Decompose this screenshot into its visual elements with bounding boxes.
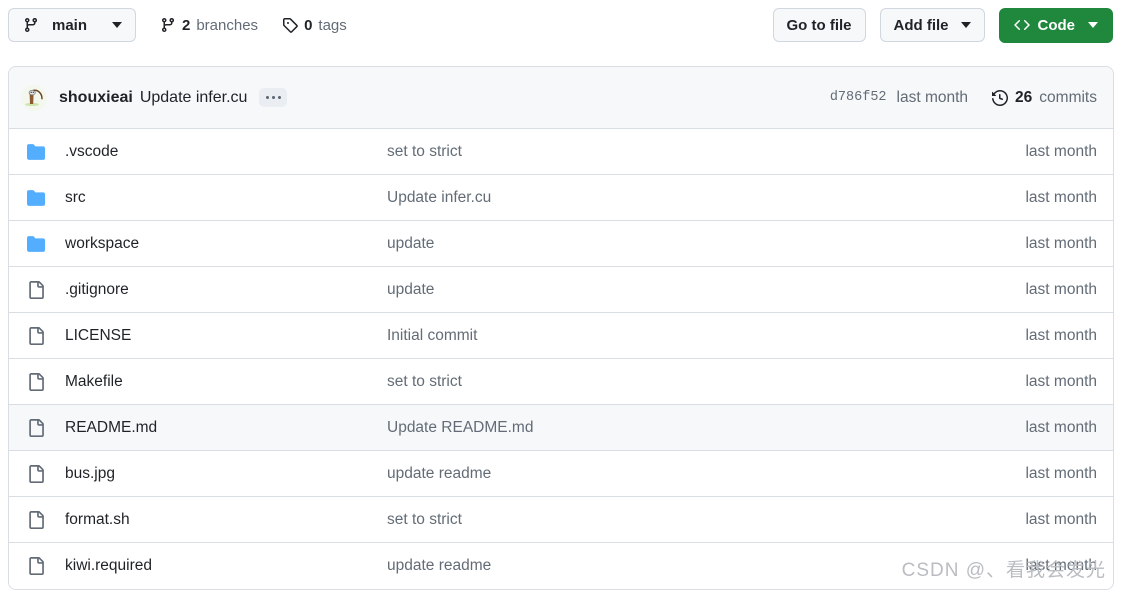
code-label: Code <box>1037 16 1076 34</box>
file-rows: .vscode set to strict last month src Update … <box>9 129 1113 589</box>
add-file-button[interactable]: Add file <box>879 8 985 42</box>
toolbar-left-group: main 2 branches 0 tags <box>0 8 347 42</box>
file-name-link[interactable]: Makefile <box>65 373 387 391</box>
table-row[interactable]: Makefile set to strict last month <box>9 359 1113 405</box>
file-commit-message[interactable]: update <box>387 235 1025 253</box>
file-commit-time: last month <box>1025 142 1097 160</box>
latest-commit-header: shouxieai Update infer.cu d786f52 last m… <box>9 67 1113 129</box>
file-name-link[interactable]: LICENSE <box>65 327 387 345</box>
file-name-link[interactable]: workspace <box>65 235 387 253</box>
file-icon <box>27 464 49 483</box>
file-commit-time: last month <box>1025 326 1097 344</box>
file-commit-message[interactable]: update readme <box>387 557 1025 575</box>
commits-history-link[interactable]: 26 commits <box>992 89 1097 107</box>
commit-message-link[interactable]: Update infer.cu <box>140 89 248 107</box>
branch-selector-button[interactable]: main <box>8 8 136 42</box>
file-icon <box>27 418 49 437</box>
file-commit-time: last month <box>1025 557 1097 574</box>
file-commit-message[interactable]: set to strict <box>387 373 1025 391</box>
table-row[interactable]: kiwi.required update readme last month <box>9 543 1113 589</box>
file-icon <box>27 557 49 575</box>
file-commit-message[interactable]: update readme <box>387 465 1025 483</box>
table-row[interactable]: .vscode set to strict last month <box>9 129 1113 175</box>
toolbar-right-group: Go to file Add file Code <box>772 7 1128 43</box>
file-commit-time: last month <box>1025 418 1097 436</box>
file-name-link[interactable]: kiwi.required <box>65 557 387 575</box>
code-brackets-icon <box>1013 17 1030 33</box>
kebab-dot <box>271 96 275 99</box>
file-name-link[interactable]: .gitignore <box>65 281 387 299</box>
file-commit-message[interactable]: Update README.md <box>387 419 1025 437</box>
tags-count: 0 <box>304 16 313 34</box>
chevron-down-icon <box>960 22 971 28</box>
commit-author-link[interactable]: shouxieai <box>59 89 133 107</box>
tags-link[interactable]: 0 tags <box>282 17 347 34</box>
kebab-dot <box>265 96 269 99</box>
git-branch-icon <box>160 17 176 33</box>
commits-count-number: 26 <box>1015 88 1033 106</box>
add-file-label: Add file <box>893 16 949 34</box>
file-name-link[interactable]: .vscode <box>65 143 387 161</box>
folder-icon <box>27 189 49 207</box>
file-icon <box>27 372 49 391</box>
tags-label: tags <box>318 16 347 34</box>
commit-sha[interactable]: d786f52 <box>830 90 887 105</box>
table-row[interactable]: README.md Update README.md last month <box>9 405 1113 451</box>
go-to-file-button[interactable]: Go to file <box>772 8 866 42</box>
file-name-link[interactable]: format.sh <box>65 511 387 529</box>
file-commit-time: last month <box>1025 188 1097 206</box>
table-row[interactable]: bus.jpg update readme last month <box>9 451 1113 497</box>
file-commit-message[interactable]: Initial commit <box>387 327 1025 345</box>
file-name-link[interactable]: bus.jpg <box>65 465 387 483</box>
commits-count-label: commits <box>1039 88 1097 106</box>
github-repo-file-listing: main 2 branches 0 tags Go to file Add fi… <box>0 0 1128 596</box>
file-commit-time: last month <box>1025 372 1097 390</box>
file-commit-message[interactable]: update <box>387 281 1025 299</box>
commit-relative-time: last month <box>896 88 969 106</box>
file-commit-message[interactable]: set to strict <box>387 511 1025 529</box>
table-row[interactable]: .gitignore update last month <box>9 267 1113 313</box>
repo-toolbar: main 2 branches 0 tags Go to file Add fi… <box>0 0 1128 50</box>
avatar[interactable] <box>21 84 47 111</box>
branches-link[interactable]: 2 branches <box>160 17 258 34</box>
tag-icon <box>282 17 298 33</box>
code-button[interactable]: Code <box>998 7 1113 43</box>
file-commit-message[interactable]: set to strict <box>387 143 1025 161</box>
git-branch-icon <box>23 17 39 33</box>
file-commit-time: last month <box>1025 464 1097 482</box>
file-name-link[interactable]: src <box>65 189 387 207</box>
kebab-dot <box>277 96 281 99</box>
file-commit-time: last month <box>1025 234 1097 252</box>
table-row[interactable]: workspace update last month <box>9 221 1113 267</box>
branches-count: 2 <box>182 16 191 34</box>
chevron-down-icon <box>1088 22 1098 28</box>
commit-meta-group: d786f52 last month 26 commits <box>830 89 1097 107</box>
file-commit-time: last month <box>1025 280 1097 298</box>
table-row[interactable]: LICENSE Initial commit last month <box>9 313 1113 359</box>
file-icon <box>27 510 49 529</box>
branch-name-label: main <box>52 16 88 34</box>
branches-label: branches <box>196 16 259 34</box>
commit-details-kebab-button[interactable] <box>259 88 288 107</box>
file-listing-container: shouxieai Update infer.cu d786f52 last m… <box>8 66 1114 590</box>
file-icon <box>27 280 49 299</box>
table-row[interactable]: src Update infer.cu last month <box>9 175 1113 221</box>
file-commit-time: last month <box>1025 510 1097 528</box>
history-clock-icon <box>992 89 1008 106</box>
file-name-link[interactable]: README.md <box>65 419 387 437</box>
file-commit-message[interactable]: Update infer.cu <box>387 189 1025 207</box>
table-row[interactable]: format.sh set to strict last month <box>9 497 1113 543</box>
chevron-down-icon <box>112 22 122 28</box>
folder-icon <box>27 143 49 161</box>
folder-icon <box>27 235 49 253</box>
go-to-file-label: Go to file <box>786 16 852 34</box>
file-icon <box>27 326 49 345</box>
